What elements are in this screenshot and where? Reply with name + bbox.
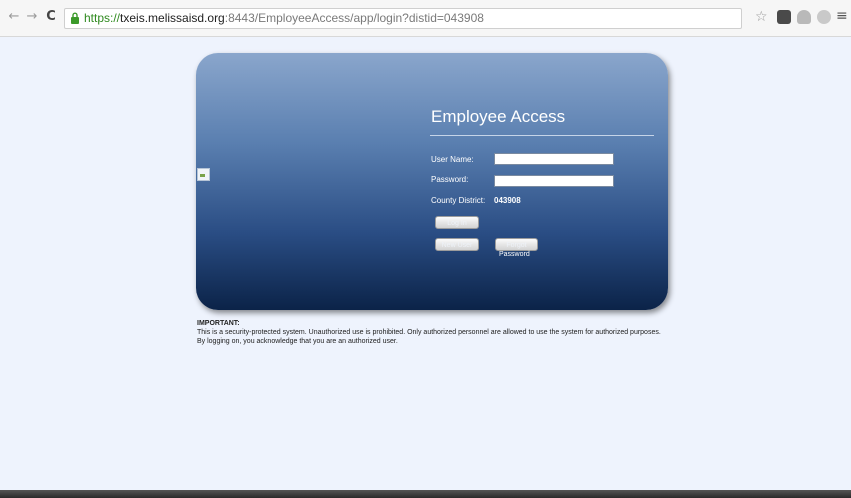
url-path: :8443/EmployeeAccess/app/login?distid=04… — [224, 11, 484, 25]
extension-cloud-icon[interactable] — [797, 10, 811, 24]
url-scheme: https:// — [84, 11, 121, 25]
back-arrow-icon[interactable]: ← — [7, 10, 21, 24]
window-bottom-edge — [0, 490, 851, 498]
security-notice: IMPORTANT: This is a security-protected … — [197, 319, 667, 346]
title-divider — [430, 135, 654, 136]
reload-icon[interactable]: C — [44, 10, 58, 24]
extension-icon[interactable] — [777, 10, 791, 24]
forgot-password-button[interactable]: Forgot — [495, 238, 538, 251]
login-button[interactable]: Log In — [435, 216, 479, 229]
forgot-password-sublabel[interactable]: Password — [499, 251, 530, 258]
page-title: Employee Access — [431, 107, 566, 126]
password-field[interactable] — [494, 175, 614, 187]
notice-heading: IMPORTANT: — [197, 320, 240, 327]
username-field[interactable] — [494, 153, 614, 165]
lock-icon — [71, 12, 79, 24]
username-label: User Name: — [431, 155, 474, 164]
browser-toolbar: ← → C https://txeis.melissaisd.org:8443/… — [0, 0, 851, 37]
login-panel: Employee Access User Name: Password: Cou… — [196, 53, 668, 310]
password-label: Password: — [431, 175, 469, 184]
broken-image-icon — [197, 168, 210, 181]
district-label: County District: — [431, 196, 486, 205]
menu-icon[interactable]: ≡ — [836, 8, 848, 24]
address-bar[interactable]: https://txeis.melissaisd.org:8443/Employ… — [64, 8, 742, 29]
extension-circle-icon[interactable] — [817, 10, 831, 24]
bookmark-star-icon[interactable]: ☆ — [755, 9, 768, 25]
notice-body: This is a security-protected system. Una… — [197, 329, 661, 345]
url-text[interactable]: https://txeis.melissaisd.org:8443/Employ… — [84, 11, 484, 26]
district-value: 043908 — [494, 196, 521, 205]
forward-arrow-icon[interactable]: → — [25, 10, 39, 24]
url-host: txeis.melissaisd.org — [120, 11, 225, 25]
new-user-button[interactable]: New User — [435, 238, 479, 251]
